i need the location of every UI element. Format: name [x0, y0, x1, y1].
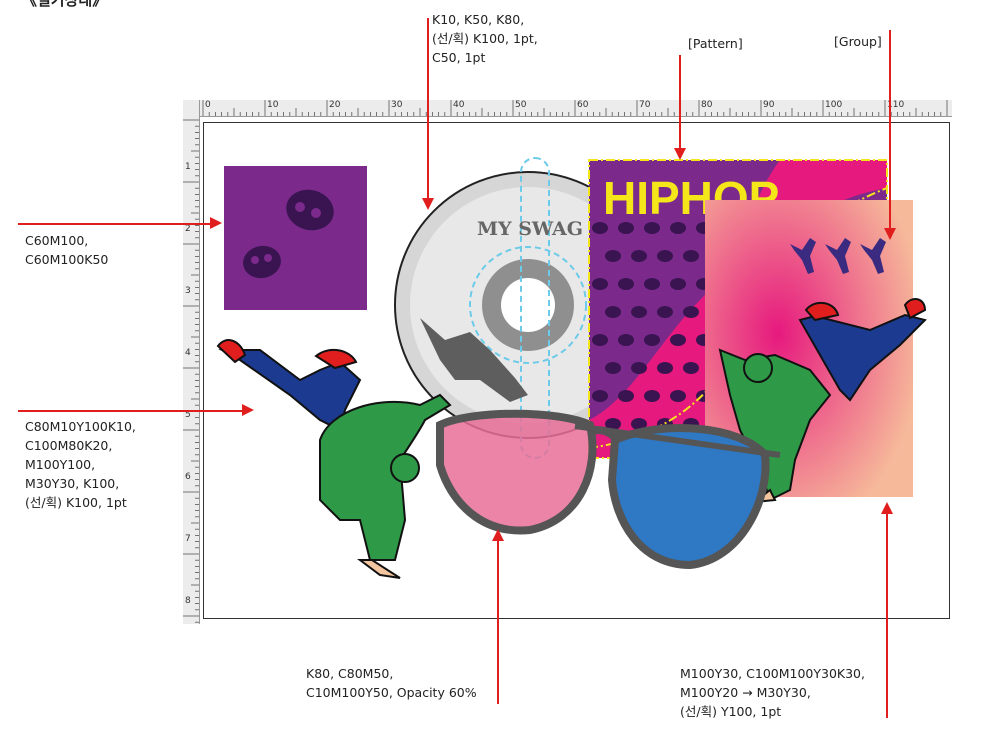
arrowheads: [210, 148, 896, 541]
group-annotation: [Group]: [834, 34, 882, 49]
pattern-annotation: [Pattern]: [688, 36, 743, 51]
disc-annotation: K10, K50, K80, (선/획) K100, 1pt, C50, 1pt: [432, 12, 538, 65]
dancer-annotation: C80M10Y100K10, C100M80K20, M100Y100, M30…: [25, 419, 136, 510]
gradient-annotation: M100Y30, C100M100Y30K30, M100Y20 → M30Y3…: [680, 666, 865, 719]
skull-box-annotation: C60M100, C60M100K50: [25, 233, 109, 267]
glasses-annotation: K80, C80M50, C10M100Y50, Opacity 60%: [306, 666, 477, 700]
